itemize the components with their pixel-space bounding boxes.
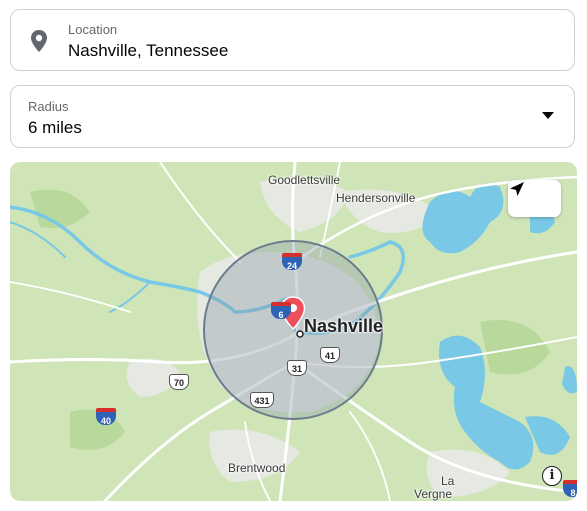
us-431-shield: 431 xyxy=(250,392,274,408)
location-pin-icon xyxy=(31,30,47,52)
place-hendersonville: Hendersonville xyxy=(336,191,416,205)
caret-down-icon[interactable] xyxy=(542,112,554,119)
interstate-40-shield: 40 xyxy=(96,408,116,426)
navigation-arrow-icon xyxy=(510,182,524,196)
interstate-24-shield: 24 xyxy=(282,253,302,271)
radius-dropdown[interactable]: Radius 6 miles xyxy=(10,85,575,148)
info-button[interactable]: i xyxy=(542,466,562,486)
location-value[interactable]: Nashville, Tennessee xyxy=(68,41,228,61)
map-view[interactable]: i Goodlettsville Hendersonville Nashvill… xyxy=(10,162,577,501)
place-vergne: Vergne xyxy=(414,487,453,501)
location-field[interactable]: Location Nashville, Tennessee xyxy=(10,9,575,71)
location-label: Location xyxy=(68,22,118,37)
us-41-shield: 41 xyxy=(320,347,340,363)
map-canvas xyxy=(10,162,577,501)
radius-value: 6 miles xyxy=(28,118,82,137)
place-nashville: Nashville xyxy=(304,316,384,336)
place-la: La xyxy=(441,474,455,488)
interstate-8-shield: 8 xyxy=(563,480,577,498)
place-brentwood: Brentwood xyxy=(228,461,286,475)
place-goodlettsville: Goodlettsville xyxy=(268,173,341,187)
interstate-65-shield: 6 xyxy=(271,302,291,320)
center-dot xyxy=(296,330,304,338)
radius-label: Radius xyxy=(28,99,69,114)
us-31-shield: 31 xyxy=(287,360,307,376)
us-70-shield: 70 xyxy=(169,374,189,390)
locate-me-button[interactable] xyxy=(508,180,561,217)
